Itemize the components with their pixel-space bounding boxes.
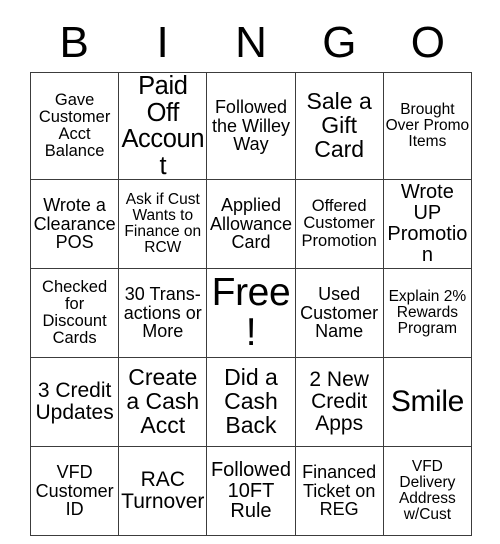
header-letter-i: I bbox=[156, 18, 169, 67]
header-letter-o: O bbox=[410, 18, 445, 67]
header-letter-n: N bbox=[235, 18, 267, 67]
bingo-cell[interactable]: Offered Customer Promotion bbox=[294, 179, 384, 270]
bingo-cell[interactable]: 3 Credit Updates bbox=[29, 357, 120, 448]
bingo-cell[interactable]: Create a Cash Acct bbox=[118, 357, 208, 448]
bingo-cell[interactable]: Wrote a Clearance POS bbox=[29, 179, 120, 270]
bingo-cell[interactable]: Smile bbox=[382, 357, 473, 448]
bingo-cell[interactable]: Gave Customer Acct Balance bbox=[29, 71, 120, 181]
bingo-cell[interactable]: Checked for Discount Cards bbox=[29, 268, 120, 359]
bingo-row: VFD Customer ID RAC Turnover Followed 10… bbox=[29, 446, 473, 537]
bingo-cell[interactable]: Followed the Willey Way bbox=[206, 71, 296, 181]
bingo-row: Gave Customer Acct Balance Paid Off Acco… bbox=[29, 71, 473, 181]
bingo-cell[interactable]: Brought Over Promo Items bbox=[382, 71, 473, 181]
bingo-cell[interactable]: Applied Allowance Card bbox=[206, 179, 296, 270]
header-letter-g: G bbox=[322, 18, 357, 67]
bingo-card: B I N G O Gave Customer Acct Balance Pai… bbox=[0, 0, 500, 544]
bingo-grid: Gave Customer Acct Balance Paid Off Acco… bbox=[29, 71, 473, 537]
header-letter-b: B bbox=[59, 18, 89, 67]
bingo-cell[interactable]: 30 Trans-actions or More bbox=[118, 268, 208, 359]
bingo-cell[interactable]: Paid Off Account bbox=[118, 71, 208, 181]
bingo-cell[interactable]: 2 New Credit Apps bbox=[294, 357, 384, 448]
bingo-cell[interactable]: Used Customer Name bbox=[294, 268, 384, 359]
bingo-cell[interactable]: RAC Turnover bbox=[118, 446, 208, 537]
bingo-cell[interactable]: Wrote UP Promotion bbox=[382, 179, 473, 270]
bingo-cell-free[interactable]: Free! bbox=[206, 268, 296, 359]
bingo-cell[interactable]: VFD Customer ID bbox=[29, 446, 120, 537]
bingo-cell[interactable]: Followed 10FT Rule bbox=[206, 446, 296, 537]
bingo-cell[interactable]: Did a Cash Back bbox=[206, 357, 296, 448]
bingo-cell[interactable]: Explain 2% Rewards Program bbox=[382, 268, 473, 359]
bingo-row: Checked for Discount Cards 30 Trans-acti… bbox=[29, 268, 473, 359]
bingo-row: Wrote a Clearance POS Ask if Cust Wants … bbox=[29, 179, 473, 270]
bingo-header: B I N G O bbox=[30, 14, 472, 72]
bingo-cell[interactable]: Financed Ticket on REG bbox=[294, 446, 384, 537]
bingo-cell[interactable]: Sale a Gift Card bbox=[294, 71, 384, 181]
bingo-cell[interactable]: VFD Delivery Address w/Cust bbox=[382, 446, 473, 537]
bingo-row: 3 Credit Updates Create a Cash Acct Did … bbox=[29, 357, 473, 448]
bingo-cell[interactable]: Ask if Cust Wants to Finance on RCW bbox=[118, 179, 208, 270]
